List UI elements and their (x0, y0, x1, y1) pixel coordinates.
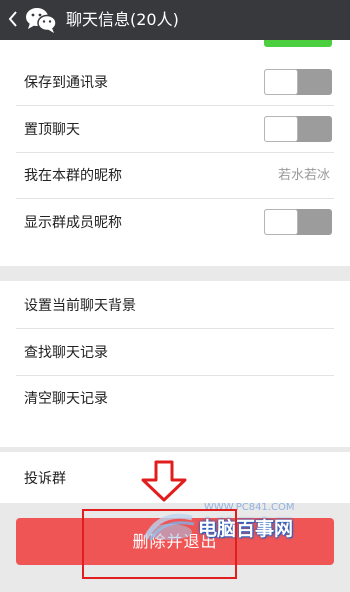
clear-history-label: 清空聊天记录 (24, 391, 108, 407)
sticky-on-top-toggle[interactable] (264, 116, 332, 142)
show-member-nicknames-row[interactable]: 显示群成员昵称 (0, 200, 350, 246)
search-history-row[interactable]: 查找聊天记录 (0, 330, 350, 376)
title-bar: 聊天信息(20人) (0, 0, 350, 40)
row-divider (16, 105, 334, 106)
scrolled-toggle-on[interactable] (264, 40, 332, 47)
show-member-nicknames-toggle[interactable] (264, 209, 332, 235)
clear-history-row[interactable]: 清空聊天记录 (0, 376, 350, 422)
toggle-knob (264, 209, 298, 235)
show-member-nicknames-label: 显示群成员昵称 (24, 215, 122, 231)
save-to-contacts-label: 保存到通讯录 (24, 75, 108, 91)
chevron-left-icon[interactable] (8, 10, 18, 28)
set-background-row[interactable]: 设置当前聊天背景 (0, 283, 350, 329)
annotation-down-arrow-icon (141, 460, 187, 502)
group-nickname-row[interactable]: 我在本群的昵称 若水若冰 (0, 153, 350, 199)
page-title: 聊天信息(20人) (66, 10, 179, 29)
sticky-on-top-label: 置顶聊天 (24, 122, 80, 138)
report-label: 投诉群 (24, 471, 66, 487)
toggle-knob (264, 116, 298, 142)
group-settings-section: 保存到通讯录 置顶聊天 我在本群的昵称 若水若冰 显示群成员昵称 (0, 40, 350, 266)
row-divider (16, 328, 334, 329)
search-history-label: 查找聊天记录 (24, 345, 108, 361)
toggle-knob (264, 69, 298, 95)
group-nickname-value: 若水若冰 (277, 168, 330, 183)
annotation-highlight-box (82, 509, 237, 579)
save-to-contacts-toggle[interactable] (264, 69, 332, 95)
set-background-label: 设置当前聊天背景 (24, 298, 136, 314)
sticky-on-top-row[interactable]: 置顶聊天 (0, 107, 350, 153)
wechat-icon (26, 8, 57, 33)
row-divider (16, 198, 334, 199)
save-to-contacts-row[interactable]: 保存到通讯录 (0, 60, 350, 106)
chat-actions-section: 设置当前聊天背景 查找聊天记录 清空聊天记录 (0, 281, 350, 447)
group-nickname-label: 我在本群的昵称 (24, 168, 122, 184)
